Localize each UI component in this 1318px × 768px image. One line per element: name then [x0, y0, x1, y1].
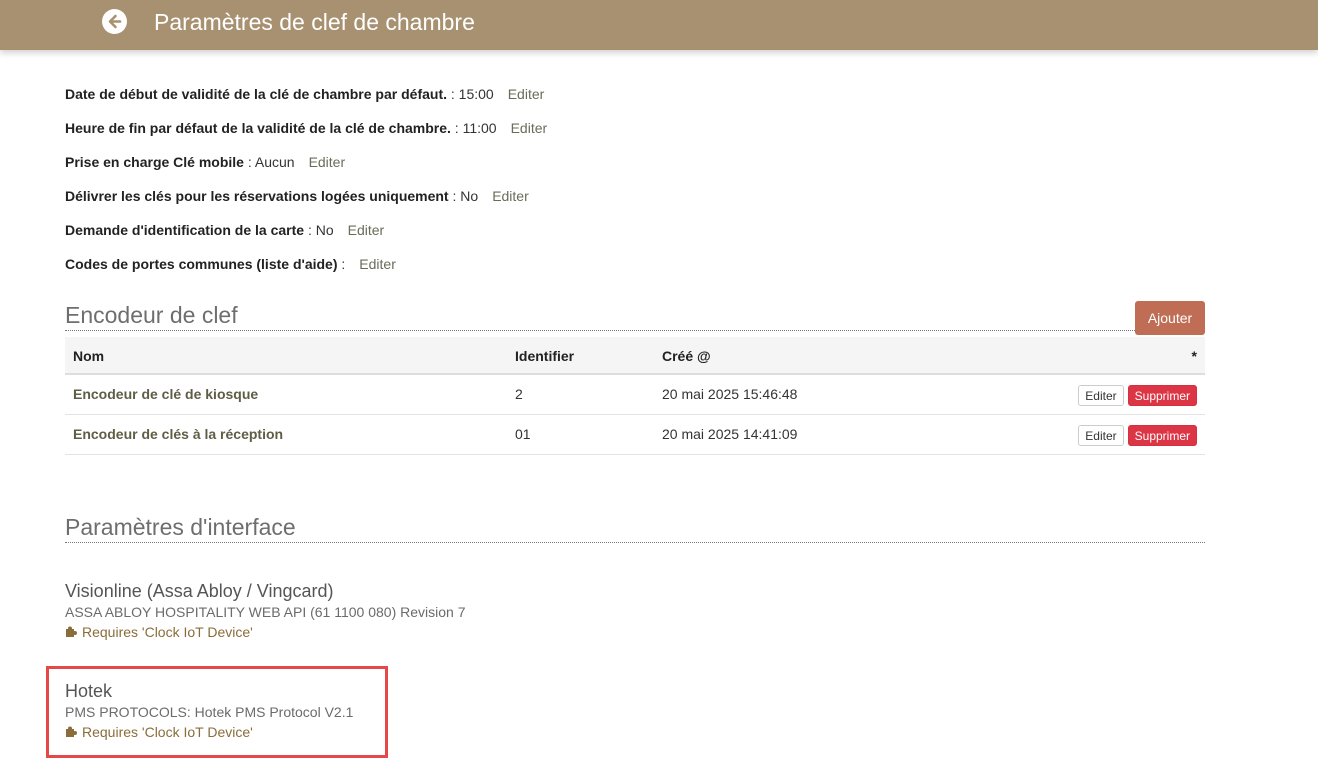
table-header: Nom Identifier Créé @ * — [65, 337, 1205, 375]
column-header-created[interactable]: Créé @ — [662, 348, 711, 364]
page-title: Paramètres de clef de chambre — [154, 9, 475, 35]
encoder-identifier: 01 — [515, 426, 531, 442]
column-header-name[interactable]: Nom — [73, 348, 104, 364]
setting-key-start: Date de début de validité de la clé de c… — [65, 85, 544, 103]
setting-label: Date de début de validité de la clé de c… — [65, 86, 447, 102]
edit-button[interactable]: Editer — [1078, 425, 1124, 446]
setting-label: Prise en charge Clé mobile — [65, 154, 244, 170]
edit-link[interactable]: Editer — [359, 256, 396, 272]
table-row: Encodeur de clés à la réception 01 20 ma… — [65, 415, 1205, 455]
column-header-actions: * — [1191, 348, 1197, 364]
encoder-section-title: Encodeur de clef — [65, 302, 1205, 331]
interface-item-visionline[interactable]: Visionline (Assa Abloy / Vingcard) ASSA … — [65, 581, 466, 641]
setting-value: : — [337, 256, 346, 272]
setting-value: : 11:00 — [450, 120, 497, 136]
encoder-name-link[interactable]: Encodeur de clés à la réception — [73, 426, 283, 442]
encoder-name-link[interactable]: Encodeur de clé de kiosque — [73, 386, 258, 402]
setting-key-end: Heure de fin par défaut de la validité d… — [65, 119, 547, 137]
encoder-table: Nom Identifier Créé @ * Encodeur de clé … — [65, 337, 1205, 455]
setting-value: : No — [448, 188, 479, 204]
encoder-identifier: 2 — [515, 386, 523, 402]
interface-name[interactable]: Visionline (Assa Abloy / Vingcard) — [65, 581, 466, 601]
top-bar: Paramètres de clef de chambre — [0, 0, 1318, 50]
setting-label: Délivrer les clés pour les réservations … — [65, 188, 449, 204]
row-actions: Editer Supprimer — [1078, 425, 1197, 446]
requires-text: Requires 'Clock IoT Device' — [82, 624, 253, 640]
requires-link[interactable]: Requires 'Clock IoT Device' — [65, 623, 466, 641]
highlight-box — [46, 666, 388, 758]
edit-button[interactable]: Editer — [1078, 385, 1124, 406]
row-actions: Editer Supprimer — [1078, 385, 1197, 406]
setting-value: : 15:00 — [447, 86, 494, 102]
edit-link[interactable]: Editer — [309, 154, 346, 170]
setting-label: Codes de portes communes (liste d'aide) — [65, 256, 338, 272]
setting-label: Heure de fin par défaut de la validité d… — [65, 120, 451, 136]
encoder-created: 20 mai 2025 14:41:09 — [662, 426, 798, 442]
interface-description: ASSA ABLOY HOSPITALITY WEB API (61 1100 … — [65, 604, 466, 620]
add-encoder-button[interactable]: Ajouter — [1135, 301, 1205, 335]
edit-link[interactable]: Editer — [492, 188, 529, 204]
setting-value: : Aucun — [243, 154, 295, 170]
setting-card-identification: Demande d'identification de la carte : N… — [65, 221, 384, 239]
back-circle-icon[interactable] — [102, 9, 127, 34]
setting-value: : No — [304, 222, 334, 238]
delete-button[interactable]: Supprimer — [1127, 425, 1197, 446]
puzzle-icon — [66, 626, 77, 637]
edit-link[interactable]: Editer — [348, 222, 385, 238]
interface-section-title: Paramètres d'interface — [65, 514, 1205, 543]
table-row: Encodeur de clé de kiosque 2 20 mai 2025… — [65, 375, 1205, 415]
setting-mobile-key: Prise en charge Clé mobile : Aucun Editer — [65, 153, 345, 171]
encoder-created: 20 mai 2025 15:46:48 — [662, 386, 798, 402]
edit-link[interactable]: Editer — [508, 86, 545, 102]
column-header-identifier[interactable]: Identifier — [515, 348, 574, 364]
setting-checked-in-only: Délivrer les clés pour les réservations … — [65, 187, 529, 205]
edit-link[interactable]: Editer — [511, 120, 548, 136]
delete-button[interactable]: Supprimer — [1127, 385, 1197, 406]
setting-label: Demande d'identification de la carte — [65, 222, 305, 238]
setting-common-doors: Codes de portes communes (liste d'aide) … — [65, 255, 396, 273]
